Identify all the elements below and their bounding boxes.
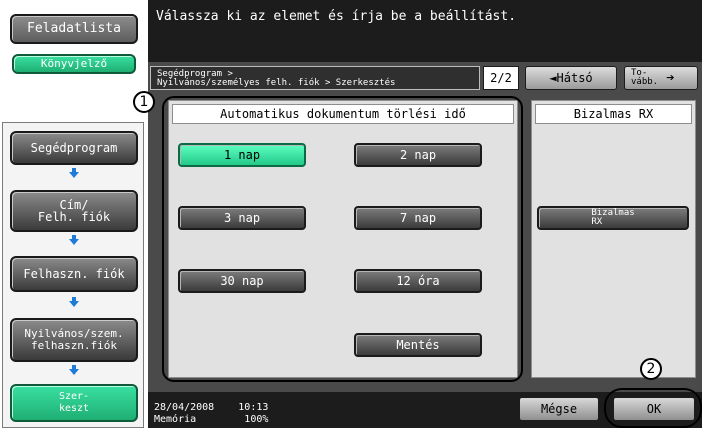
confidential-rx-group [531,100,696,378]
forward-label: To- vább. [631,68,659,87]
page-indicator: 2/2 [483,66,519,90]
back-button[interactable]: ◄Hátsó [525,66,617,90]
sidebar-item-utility[interactable]: Segédprogram [10,131,138,165]
confidential-rx-title: Bizalmas RX [535,104,692,124]
memory-text: Memória 100% [154,414,269,425]
callout-frame-1 [162,96,523,382]
sidebar-item-edit[interactable]: Szer- keszt [10,384,138,422]
down-arrow-icon [69,297,79,307]
instruction-text: Válassza ki az elemet és írja be a beáll… [156,9,517,24]
confidential-rx-button[interactable]: Bizalmas RX [537,206,689,230]
sidebar-item-public-personal-account[interactable]: Nyilvános/szem. felhaszn.fiók [10,318,138,362]
breadcrumb: Segédprogram > Nyilvános/személyes felh.… [150,66,480,90]
job-list-button[interactable]: Feladatlista [10,14,138,44]
sidebar-item-user-account[interactable]: Felhaszn. fiók [10,256,138,292]
cancel-button[interactable]: Mégse [518,396,600,422]
right-arrow-icon: ➔ [666,70,675,86]
down-arrow-icon [69,365,79,375]
datetime-text: 28/04/2008 10:13 [154,402,269,413]
bookmark-button[interactable]: Könyvjelző [12,54,136,74]
callout-marker-2: 2 [640,358,662,380]
sidebar-item-address-account[interactable]: Cím/ Felh. fiók [10,190,138,232]
callout-frame-2 [604,388,702,428]
down-arrow-icon [69,235,79,245]
callout-marker-1: 1 [133,91,155,113]
down-arrow-icon [69,168,79,178]
forward-button[interactable]: To- vább. ➔ [624,66,698,90]
